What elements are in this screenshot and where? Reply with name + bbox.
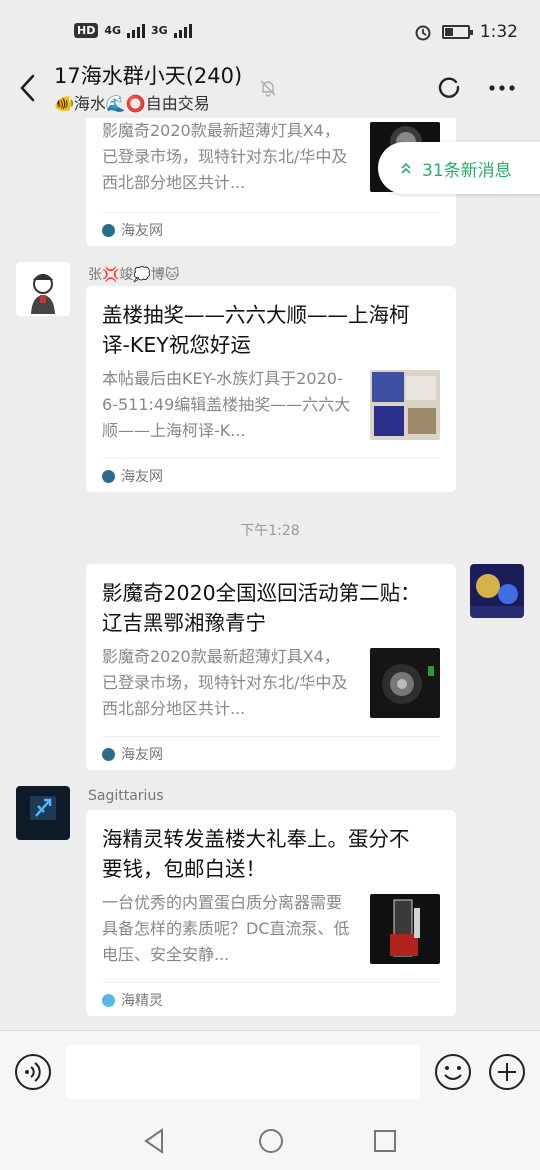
- source-name: 海友网: [121, 469, 163, 485]
- card-thumbnail: [370, 894, 440, 964]
- aquarium-avatar-image: [470, 564, 524, 618]
- card-divider: [102, 212, 440, 213]
- sagittarius-avatar-image: [16, 786, 70, 840]
- source-icon: [102, 747, 115, 761]
- signal-icon-2: [173, 22, 192, 38]
- card-divider: [102, 458, 440, 459]
- voice-icon[interactable]: [14, 1053, 52, 1091]
- light-fixture-image: [370, 648, 440, 718]
- card-title: 影魔奇2020全国巡回活动第二贴： 辽吉黑鄂湘豫青宁: [102, 581, 421, 635]
- hd-badge: HD: [74, 22, 99, 38]
- message-input[interactable]: [66, 1045, 420, 1099]
- card-desc: 本帖最后由KEY-水族灯具于2020-6-511:49编辑盖楼抽奖——六六大顺—…: [102, 369, 351, 440]
- link-card[interactable]: 盖楼抽奖——六六大顺——上海柯译-KEY祝您好运 本帖最后由KEY-水族灯具于2…: [86, 286, 456, 492]
- new-messages-button[interactable]: 31条新消息: [378, 142, 540, 194]
- source-name: 海精灵: [121, 993, 163, 1009]
- nav-home-icon[interactable]: [256, 1126, 286, 1156]
- link-card[interactable]: 影魔奇2020全国巡回活动第二贴： 辽吉黑鄂湘豫青宁 影魔奇2020款最新超薄灯…: [86, 564, 456, 770]
- card-source: 海精灵: [102, 990, 163, 1010]
- alarm-icon: [415, 25, 431, 41]
- avatar[interactable]: [16, 262, 70, 316]
- new-messages-label: 31条新消息: [422, 160, 512, 181]
- system-nav-bar: [0, 1114, 540, 1170]
- source-icon: [102, 469, 115, 483]
- chat-header: 17海水群小天(240) 🐠海水🌊⭕自由交易: [0, 56, 540, 120]
- nav-recent-icon[interactable]: [370, 1126, 400, 1156]
- card-source: 海友网: [102, 466, 163, 486]
- nav-back-icon[interactable]: [140, 1126, 170, 1156]
- sender-name: 张💢竣💭博🐱: [88, 267, 180, 283]
- clock: 1:32: [479, 22, 518, 42]
- source-name: 海友网: [121, 223, 163, 239]
- battery-level: [444, 28, 453, 36]
- card-source: 海友网: [102, 220, 163, 240]
- card-thumbnail: [370, 648, 440, 718]
- card-desc: 影魔奇2020款最新超薄灯具X4，已登录市场，现特针对东北/华中及西北部分地区共…: [102, 647, 348, 718]
- message-time: 下午1:28: [240, 523, 300, 539]
- card-title: 海精灵转发盖楼大礼奉上。蛋分不要钱，包邮白送！: [102, 827, 410, 881]
- back-icon[interactable]: [14, 70, 44, 106]
- mute-bell-icon: [260, 80, 276, 97]
- user-avatar-image: [16, 262, 70, 316]
- network-4g: 4G: [104, 23, 122, 37]
- my-avatar[interactable]: [470, 564, 524, 618]
- card-thumbnail: [370, 370, 440, 440]
- card-source: 海友网: [102, 744, 163, 764]
- protein-skimmer-image: [370, 894, 440, 964]
- source-name: 海友网: [121, 747, 163, 763]
- emoji-icon[interactable]: [434, 1053, 472, 1091]
- more-icon[interactable]: [488, 76, 516, 100]
- status-left: HD 4G 3G: [74, 22, 192, 38]
- sender-name: Sagittarius: [88, 788, 164, 804]
- avatar[interactable]: [16, 786, 70, 840]
- status-right: 1:32: [414, 22, 518, 42]
- network-3g: 3G: [151, 23, 168, 37]
- card-divider: [102, 982, 440, 983]
- double-up-icon: [401, 162, 411, 174]
- card-divider: [102, 736, 440, 737]
- chat-area[interactable]: 影魔奇2020款最新超薄灯具X4，已登录市场，现特针对东北/华中及西北部分地区共…: [0, 118, 540, 1030]
- battery-icon: [441, 25, 473, 39]
- link-card[interactable]: 海精灵转发盖楼大礼奉上。蛋分不要钱，包邮白送！ 一台优秀的内置蛋白质分离器需要具…: [86, 810, 456, 1016]
- product-collage-image: [370, 370, 440, 440]
- source-icon: [102, 223, 115, 237]
- signal-icon: [127, 22, 146, 38]
- input-bar: [0, 1030, 540, 1114]
- card-desc: 一台优秀的内置蛋白质分离器需要具备怎样的素质呢？DC直流泵、低电压、安全安静..…: [102, 893, 350, 964]
- refresh-icon[interactable]: [436, 74, 462, 100]
- chat-title: 17海水群小天(240): [54, 64, 243, 88]
- chat-subtitle: 🐠海水🌊⭕自由交易: [54, 94, 210, 113]
- status-bar: HD 4G 3G 1:32: [0, 0, 540, 62]
- plus-icon[interactable]: [488, 1053, 526, 1091]
- card-desc: 影魔奇2020款最新超薄灯具X4，已登录市场，现特针对东北/华中及西北部分地区共…: [102, 121, 348, 192]
- source-icon: [102, 993, 115, 1007]
- card-title: 盖楼抽奖——六六大顺——上海柯译-KEY祝您好运: [102, 303, 410, 357]
